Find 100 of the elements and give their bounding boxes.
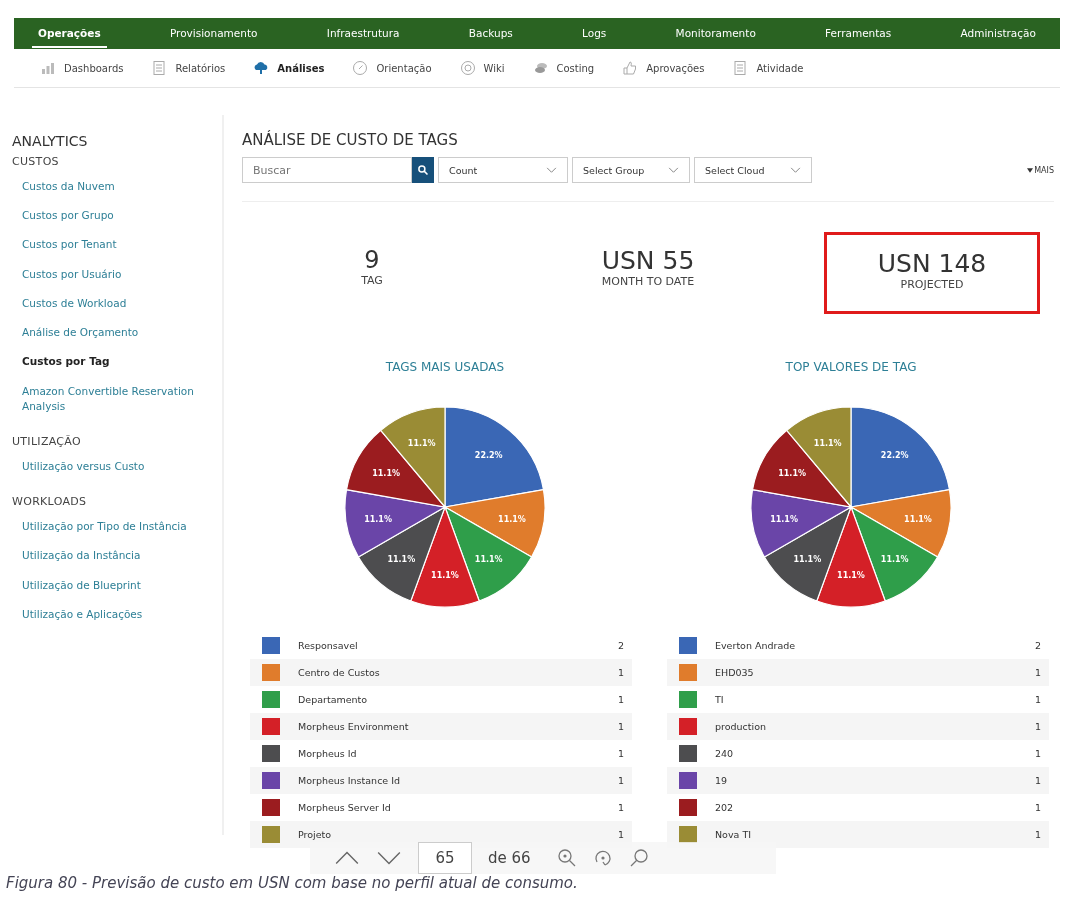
rotate-icon[interactable] (592, 848, 613, 868)
slice-label: 11.1% (880, 555, 909, 565)
figure-caption: Figura 80 - Previsão de custo em USN com base no perfil atual de consumo. (6, 874, 578, 892)
legend-label: TI (715, 694, 725, 705)
chevron-down-icon (790, 166, 801, 174)
compass-icon (352, 60, 369, 76)
sidebar-heading: UTILIZAÇÃO (12, 434, 82, 448)
stat-value: 9 (363, 246, 381, 274)
legend-label: Projeto (298, 829, 333, 840)
sidebar-link[interactable]: Custos por Usuário (12, 259, 212, 289)
more-link[interactable]: MAIS (1027, 165, 1054, 175)
sidebar-link[interactable]: Custos por Tenant (12, 230, 212, 260)
legend-label: production (715, 721, 767, 732)
legend-label: Nova TI (715, 829, 752, 840)
legend-count: 1 (1034, 748, 1041, 759)
stat-value: USN 148 (876, 249, 988, 278)
legend-label: 240 (715, 748, 735, 759)
sidebar-heading: CUSTOS (12, 155, 60, 168)
nav-tab[interactable]: Provisionamento (163, 19, 264, 48)
chevron-up-icon[interactable] (334, 850, 360, 866)
subnav-tab[interactable]: Costing (532, 60, 595, 76)
sidebar-link[interactable]: Análise de Orçamento (12, 318, 212, 348)
nav-tab[interactable]: Operações (32, 19, 107, 48)
slice-label: 11.1% (837, 571, 865, 580)
subnav-tab[interactable]: Orientação (352, 60, 432, 76)
legend-label: Morpheus Server Id (298, 802, 392, 813)
sidebar-heading: WORKLOADS (12, 495, 88, 509)
search-icon[interactable] (628, 848, 649, 868)
sidebar-link[interactable]: Utilização de Blueprint (12, 570, 212, 600)
legend-count: 1 (1034, 829, 1041, 840)
slice-label: 11.1% (498, 514, 526, 524)
stat-label: TAG (360, 274, 384, 287)
legend-count: 1 (1034, 721, 1041, 732)
chevron-down-icon[interactable] (376, 850, 402, 866)
subnav-tab[interactable]: Aprovações (622, 60, 705, 76)
sidebar-link[interactable]: Custos por Tag (12, 347, 212, 377)
subnav-tab[interactable]: Análises (253, 60, 325, 76)
legend-label: Everton Andrade (715, 640, 797, 651)
sidebar-title: ANALYTICS (12, 133, 89, 149)
slice-label: 11.1% (407, 439, 436, 449)
zoom-in-icon[interactable] (556, 848, 577, 868)
subnav-tab[interactable]: Dashboards (40, 60, 124, 76)
nav-tab[interactable]: Infraestrutura (320, 19, 406, 48)
document-icon (151, 60, 168, 76)
chevron-down-icon (668, 166, 679, 174)
sidebar-link[interactable]: Amazon Convertible Reservation Analysis (12, 376, 212, 421)
slice-label: 22.2% (880, 450, 909, 460)
page-number-field[interactable]: 65 (418, 842, 472, 874)
subnav-tab[interactable]: Atividade (732, 60, 804, 76)
legend-label: Departamento (298, 694, 369, 705)
nav-tab[interactable]: Ferramentas (819, 19, 898, 48)
coins-icon (532, 60, 549, 76)
select-dropdown[interactable]: Select Group (572, 157, 690, 183)
legend-count: 1 (617, 802, 624, 813)
sidebar-link[interactable]: Custos por Grupo (12, 201, 212, 231)
slice-label: 11.1% (364, 514, 392, 524)
legend-count: 1 (1034, 694, 1041, 705)
sidebar-link[interactable]: Utilização da Instância (12, 541, 212, 571)
chart-title: TAGS MAIS USADAS (385, 360, 505, 374)
legend-label: 19 (715, 775, 729, 786)
stat-label: PROJECTED (899, 278, 965, 291)
search-button[interactable] (412, 157, 434, 183)
legend-count: 2 (617, 640, 624, 651)
legend-count: 1 (617, 694, 624, 705)
legend-count: 1 (1034, 802, 1041, 813)
thumbs-up-icon (622, 60, 639, 76)
legend-count: 2 (1034, 640, 1041, 651)
slice-label: 11.1% (474, 555, 503, 565)
sidebar-link[interactable]: Utilização versus Custo (12, 451, 212, 482)
nav-tab[interactable]: Backups (462, 19, 519, 48)
nav-tab[interactable]: Administração (954, 19, 1042, 48)
nav-tab[interactable]: Logs (576, 19, 613, 48)
legend-count: 1 (617, 775, 624, 786)
chart-title: TOP VALORES DE TAG (785, 360, 917, 374)
legend-count: 1 (1034, 775, 1041, 786)
wiki-icon (459, 60, 476, 76)
sidebar-link[interactable]: Utilização por Tipo de Instância (12, 512, 212, 542)
legend-count: 1 (1034, 667, 1041, 678)
sidebar-link[interactable]: Utilização e Aplicações (12, 599, 212, 630)
sidebar-link[interactable]: Custos de Workload (12, 288, 212, 319)
legend-count: 1 (617, 748, 624, 759)
slice-label: 22.2% (474, 450, 503, 460)
cloud-icon (253, 60, 270, 76)
subnav-tab[interactable]: Relatórios (151, 60, 226, 76)
page-title: ANÁLISE DE CUSTO DE TAGS (242, 131, 459, 149)
select-dropdown[interactable]: Select Cloud (694, 157, 812, 183)
nav-tab[interactable]: Monitoramento (669, 19, 762, 48)
sidebar-link[interactable]: Custos da Nuvem (12, 172, 212, 202)
slice-label: 11.1% (387, 555, 416, 565)
slice-label: 11.1% (372, 469, 400, 478)
legend-label: Morpheus Id (298, 748, 358, 759)
subnav-tab[interactable]: Wiki (459, 60, 505, 76)
search-field[interactable]: Buscar (242, 157, 412, 183)
legend-count: 1 (617, 721, 624, 732)
select-dropdown[interactable]: Count (438, 157, 568, 183)
slice-label: 11.1% (813, 439, 842, 449)
legend-label: EHD035 (715, 667, 755, 678)
chevron-down-icon (546, 166, 557, 174)
legend-label: 202 (715, 802, 735, 813)
caret-icon (1027, 167, 1034, 173)
